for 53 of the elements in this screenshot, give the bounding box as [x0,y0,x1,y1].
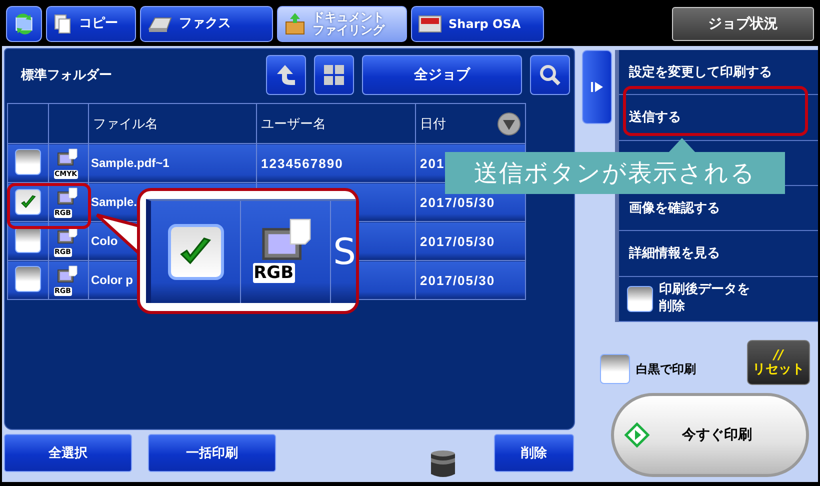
grid-icon [323,64,345,86]
table-cell: 201 [420,156,445,170]
panel-toggle-button[interactable] [582,50,612,124]
column-header: ユーザー名 [261,116,326,130]
checkbox[interactable] [627,286,653,312]
table-cell: Colo [91,234,118,248]
check-icon [20,194,36,210]
menu-item[interactable]: 設定を変更して印刷する [619,50,818,96]
job-status-button[interactable]: ジョブ状況 [672,7,814,41]
table-cell: S [333,232,356,272]
mode-tab[interactable]: コピー [46,6,136,42]
search-icon [539,64,561,86]
table-cell: 1234567890 [261,156,344,170]
job-filter-button[interactable]: 全ジョブ [362,55,522,95]
menu-item[interactable]: 詳細情報を見る [619,231,818,277]
mode-tab[interactable]: ファクス [140,6,273,42]
search-button[interactable] [530,55,570,95]
mode-switch-button[interactable] [6,6,42,42]
start-icon [624,422,650,448]
fax-icon [147,15,173,33]
table-cell: Sample.pdf~1 [91,156,170,170]
table-cell: Color p [91,273,133,287]
checkbox[interactable] [15,189,41,215]
table-cell: Sample. [91,195,138,209]
table-cell: 2017/05/30 [420,272,496,288]
checkbox[interactable] [600,354,630,384]
checkbox[interactable] [15,266,41,292]
table-cell: 2017/05/30 [420,234,496,248]
folder-title: 標準フォルダー [21,67,113,84]
app-icon [418,14,442,34]
mode-tab[interactable]: Sharp OSA [411,6,544,42]
sort-icon[interactable] [497,112,521,136]
checkbox[interactable] [15,148,41,174]
folder-icon [284,12,306,36]
checkbox-label: 印刷後データを削除 [659,282,751,316]
print-now-button[interactable]: 今すぐ印刷 [611,393,809,477]
storage-icon [430,450,456,478]
checkbox[interactable] [168,224,224,280]
copy-icon [53,13,73,35]
reset-button[interactable]: // リセット [747,340,810,385]
thumbnail-view-button[interactable] [314,55,354,95]
column-header: 日付 [420,114,446,132]
table-cell: 2017/05/30 [420,194,496,210]
action-button[interactable]: 全選択 [4,434,132,472]
color-mode-label: RGB [252,263,295,283]
up-arrow-icon [275,63,297,87]
delete-button[interactable]: 削除 [494,434,574,472]
checkbox-label: 白黒で印刷 [636,360,696,378]
column-header: ファイル名 [93,116,158,130]
up-button[interactable] [266,55,306,95]
menu-item[interactable]: 送信する [619,95,818,141]
play-icon [590,80,604,94]
action-button[interactable]: 一括印刷 [148,434,276,472]
